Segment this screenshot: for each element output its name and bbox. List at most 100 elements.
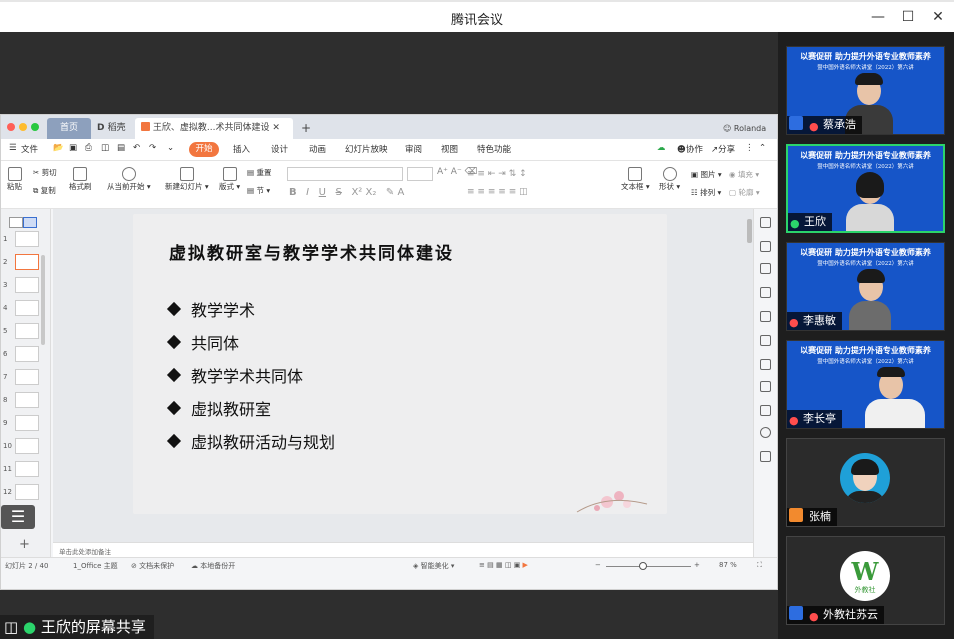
shape-button[interactable]: 形状 ▾ [659,167,680,192]
menu-file[interactable]: 文件 [21,143,38,155]
new-tab-icon[interactable]: + [301,118,311,139]
zoom-in-icon[interactable]: + [694,561,700,569]
design-icon[interactable] [760,241,771,252]
indent-decrease-icon[interactable]: ⇤ [488,169,496,179]
slide-thumb-7[interactable]: 7 [3,369,47,389]
smart-beautify[interactable]: ◈ 智能美化 ▾ [413,561,454,571]
arrange-button[interactable]: ☷ 排列 ▾ [691,187,721,198]
menu-features[interactable]: 特色功能 [477,143,511,155]
increase-font-icon[interactable]: A⁺ [437,167,448,177]
strike-icon[interactable]: S [336,187,342,198]
align-right-icon[interactable]: ≡ [488,187,496,197]
property-icon[interactable] [760,287,771,298]
font-color-icon[interactable]: A [397,187,404,198]
menu-view[interactable]: 视图 [441,143,458,155]
bullet-list-icon[interactable]: ≡ [467,169,475,179]
adjust-icon[interactable] [760,405,771,416]
animation-icon[interactable] [760,335,771,346]
notes-toggle-icon[interactable]: ≡ [479,561,485,569]
mac-minimize-icon[interactable] [19,123,27,131]
participant-tile-speaking[interactable]: 以赛促研 助力提升外语专业教师素养 暨中国外语名师大讲堂（2022）第六讲 ● 王… [786,144,945,233]
fit-window-icon[interactable]: ⛶ [757,561,762,570]
menu-start[interactable]: 开始 [189,142,219,157]
menu-design[interactable]: 设计 [271,143,288,155]
preview-icon[interactable]: ▤ [117,143,125,153]
minimize-icon[interactable]: — [868,8,888,26]
fill-button[interactable]: ◉ 填充 ▾ [729,169,759,180]
reading-view-icon[interactable]: ◫ [505,561,512,569]
font-family-select[interactable] [287,167,403,181]
slide-title[interactable]: 虚拟教研室与教学学术共同体建设 [169,239,454,264]
backup-status[interactable]: ☁ 本地备份开 [191,561,235,571]
bold-icon[interactable]: B [289,187,297,198]
redo-icon[interactable]: ↷ [149,143,156,153]
expand-icon[interactable] [760,217,771,228]
indent-increase-icon[interactable]: ⇥ [498,169,506,179]
tab-docer[interactable]: D 稻壳 [97,118,131,139]
participant-tile[interactable]: 张楠 [786,438,945,527]
participant-tile[interactable]: W 外教社 ● 外教社苏云 [786,536,945,625]
highlight-icon[interactable]: ✎ [386,187,394,198]
theme-name[interactable]: 1_Office 主题 [73,561,118,571]
decrease-font-icon[interactable]: A⁻ [451,167,462,177]
collapse-ribbon-icon[interactable]: ⌃ [759,143,766,153]
normal-view-icon[interactable]: ▤ [487,561,494,569]
share-button[interactable]: ↗分享 [711,143,735,155]
participant-tile[interactable]: 以赛促研 助力提升外语专业教师素养 暨中国外语名师大讲堂（2022）第六讲 ● 蔡… [786,46,945,135]
subscript-icon[interactable]: X₂ [366,187,377,198]
columns-icon[interactable]: ◫ [519,187,528,197]
image-button[interactable]: ▣ 图片 ▾ [691,169,722,180]
menu-animation[interactable]: 动画 [309,143,326,155]
mac-close-icon[interactable] [7,123,15,131]
slide-thumb-6[interactable]: 6 [3,346,47,366]
tab-close-icon[interactable]: ✕ [272,123,280,133]
participant-tile[interactable]: 以赛促研 助力提升外语专业教师素养 暨中国外语名师大讲堂（2022）第六讲 ● 李… [786,340,945,429]
slide-thumb-8[interactable]: 8 [3,392,47,412]
underline-icon[interactable]: U [319,187,326,198]
justify-icon[interactable]: ≡ [498,187,506,197]
play-slideshow-icon[interactable]: ▶ [523,561,528,569]
export-icon[interactable]: ◫ [101,143,109,153]
open-icon[interactable]: 📂 [53,143,64,153]
align-left-icon[interactable]: ≡ [467,187,475,197]
zoom-out-icon[interactable]: − [595,561,601,569]
number-list-icon[interactable]: ≡ [477,169,485,179]
font-size-select[interactable] [407,167,433,181]
menu-hamburger-icon[interactable]: ☰ [9,143,17,153]
menu-slideshow[interactable]: 幻灯片放映 [345,143,388,155]
sync-icon[interactable]: ☁ [657,143,666,153]
layout-button[interactable]: 版式 ▾ [219,167,240,192]
pin-icon[interactable] [760,381,771,392]
style-icon[interactable] [760,311,771,322]
slide-thumb-10[interactable]: 10 [3,438,47,458]
play-from-current-button[interactable]: 从当前开始 ▾ [107,167,151,192]
slide-thumb-12[interactable]: 12 [3,484,47,504]
user-account[interactable]: ☺ Rolanda [723,118,766,139]
print-icon[interactable]: ⎙ [85,143,92,153]
bullet-item[interactable]: 教学学术共同体 [166,363,303,387]
distribute-icon[interactable]: ≡ [509,187,517,197]
sorter-view-icon[interactable]: ▦ [496,561,503,569]
image-pane-icon[interactable] [760,451,771,462]
notes-field[interactable]: 单击此处添加备注 [53,542,753,557]
protection-status[interactable]: ⊘ 文档未保护 [131,561,174,571]
textbox-button[interactable]: 文本框 ▾ [621,167,650,192]
superscript-icon[interactable]: X² [351,187,362,198]
new-slide-button[interactable]: 新建幻灯片 ▾ [165,167,209,192]
bullet-item[interactable]: 共同体 [166,330,239,354]
mac-zoom-icon[interactable] [31,123,39,131]
text-direction-icon[interactable]: ↕ [519,169,527,179]
cut-button[interactable]: ✂ 剪切 [33,167,57,178]
add-slide-icon[interactable]: + [19,537,30,552]
close-icon[interactable]: ✕ [928,8,948,26]
canvas-scrollbar[interactable] [747,219,752,243]
undo-icon[interactable]: ↶ [133,143,140,153]
copy-pane-icon[interactable] [760,359,771,370]
more-icon[interactable]: ⋮ [745,143,754,153]
italic-icon[interactable]: I [306,187,309,198]
slide-view-icon[interactable] [23,217,37,228]
zoom-slider-handle[interactable] [639,562,647,570]
zoom-level[interactable]: 87 % [719,561,737,569]
maximize-icon[interactable]: ☐ [898,8,918,26]
copy-button[interactable]: ⧉ 复制 [33,185,56,196]
